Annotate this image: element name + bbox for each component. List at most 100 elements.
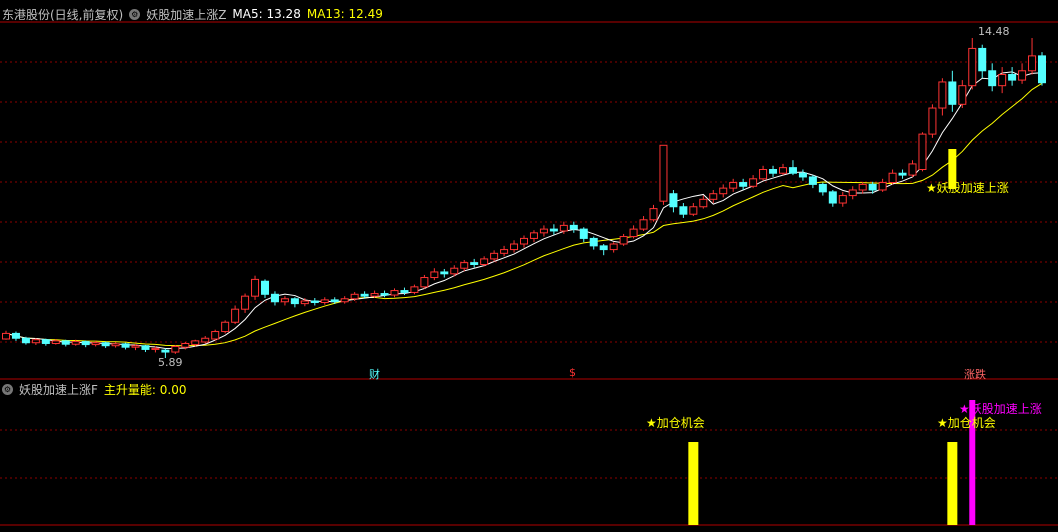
- candle-up: [749, 178, 758, 187]
- candle-down: [828, 191, 837, 204]
- candle-up: [390, 290, 399, 296]
- candle-up: [938, 81, 947, 109]
- candle-up: [759, 169, 768, 180]
- ma13-line: [5, 82, 1043, 347]
- candle-up: [609, 243, 618, 251]
- candle-up: [529, 232, 538, 239]
- candle-down: [579, 228, 588, 239]
- candle-up: [729, 182, 738, 189]
- candle-up: [490, 252, 499, 260]
- candle-up: [520, 237, 528, 245]
- candle-down: [261, 280, 269, 295]
- marker-zhangdie[interactable]: 涨跌: [964, 366, 986, 382]
- candle-down: [739, 182, 748, 187]
- candle-up: [510, 243, 519, 251]
- candle-up: [420, 277, 429, 288]
- candle-down: [978, 47, 987, 72]
- candle-up: [31, 339, 40, 344]
- candle-down: [360, 293, 369, 297]
- candle-up: [241, 295, 250, 310]
- candle-down: [11, 332, 20, 339]
- candle-up: [71, 341, 80, 345]
- candle-up: [280, 298, 289, 303]
- candle-up: [370, 293, 379, 297]
- candle-down: [898, 172, 907, 176]
- kline-chart[interactable]: [0, 0, 1058, 532]
- candle-up: [151, 347, 160, 350]
- candle-down: [788, 167, 797, 174]
- candle-up: [340, 298, 349, 303]
- candle-down: [141, 345, 150, 350]
- candle-up: [500, 249, 509, 254]
- candle-down: [161, 349, 170, 353]
- candle-up: [619, 236, 628, 245]
- candle-up: [251, 278, 260, 297]
- marker-cai[interactable]: 财: [369, 366, 380, 382]
- candle-up: [1018, 70, 1027, 81]
- opportunity-bar: [947, 442, 958, 525]
- candle-up: [888, 172, 897, 184]
- candle-down: [270, 293, 279, 303]
- signal-label-main: ★妖股加速上涨: [926, 181, 1009, 195]
- candle-up: [559, 224, 568, 232]
- candle-up: [2, 332, 10, 340]
- candle-up: [191, 340, 200, 346]
- candle-down: [589, 237, 598, 247]
- candle-up: [91, 342, 100, 346]
- candle-up: [211, 331, 220, 340]
- candle-up: [958, 85, 967, 105]
- candle-up: [410, 286, 419, 293]
- candle-down: [988, 70, 997, 87]
- candle-down: [948, 81, 957, 105]
- candle-up: [918, 133, 927, 171]
- candle-down: [41, 339, 50, 344]
- candle-up: [719, 187, 728, 195]
- candle-up: [848, 189, 857, 197]
- candle-up: [689, 206, 698, 215]
- candle-up: [998, 74, 1007, 87]
- candle-down: [121, 343, 130, 348]
- candle-down: [1038, 55, 1046, 84]
- candle-down: [868, 183, 877, 191]
- candle-up: [480, 258, 489, 265]
- candle-down: [1008, 74, 1017, 81]
- candle-down: [440, 271, 449, 275]
- candle-down: [310, 300, 319, 303]
- candle-up: [968, 47, 977, 87]
- candle-up: [460, 262, 469, 269]
- candle-down: [380, 293, 389, 296]
- candle-up: [649, 208, 658, 221]
- high-price-label: 14.48: [978, 25, 1010, 38]
- candle-up: [858, 183, 867, 191]
- candle-up: [51, 340, 60, 344]
- candle-down: [769, 169, 778, 174]
- candle-down: [101, 342, 110, 347]
- candle-up: [450, 267, 459, 275]
- candle-down: [470, 262, 479, 265]
- candle-down: [679, 206, 688, 215]
- candle-up: [928, 107, 937, 135]
- candle-up: [350, 293, 359, 300]
- candle-up: [171, 345, 180, 353]
- candle-up: [699, 198, 708, 208]
- candle-up: [629, 228, 638, 238]
- candle-down: [549, 228, 558, 232]
- candle-up: [639, 219, 648, 230]
- candle-down: [818, 183, 827, 193]
- candle-up: [131, 345, 140, 348]
- candle-up: [201, 337, 210, 343]
- candle-up: [838, 195, 847, 204]
- candle-down: [290, 298, 299, 305]
- signal-label-sub: ★妖股加速上涨: [959, 402, 1042, 416]
- candle-down: [400, 290, 409, 293]
- ma5-line: [5, 71, 1043, 350]
- candle-up: [111, 343, 120, 347]
- candle-up: [659, 144, 668, 202]
- candle-up: [300, 300, 309, 305]
- marker-dollar[interactable]: $: [569, 366, 576, 379]
- candle-up: [908, 163, 917, 176]
- candle-up: [221, 321, 230, 333]
- candle-down: [61, 340, 70, 345]
- candle-down: [599, 245, 608, 251]
- candle-down: [808, 176, 817, 185]
